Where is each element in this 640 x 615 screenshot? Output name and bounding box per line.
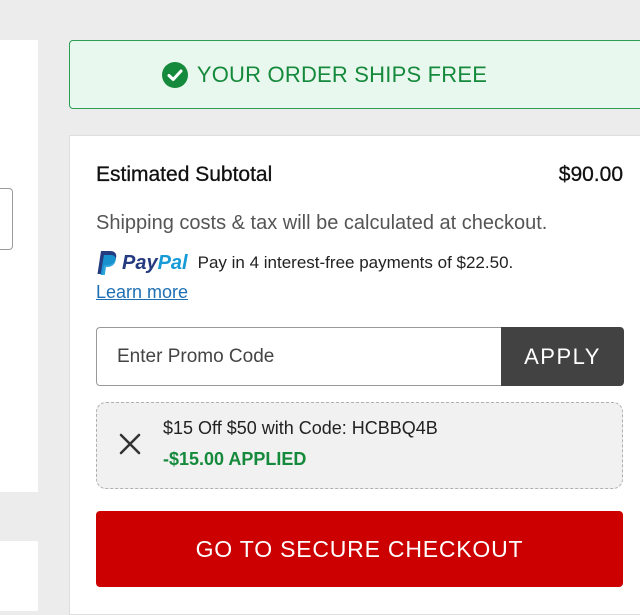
coupon-status: -$15.00 APPLIED	[163, 449, 307, 469]
apply-button[interactable]: APPLY	[501, 327, 624, 386]
paypal-row: PayPal Pay in 4 interest-free payments o…	[96, 250, 513, 276]
paypal-icon	[97, 251, 117, 275]
secure-checkout-button[interactable]: GO TO SECURE CHECKOUT	[96, 511, 623, 587]
close-icon[interactable]	[116, 430, 144, 458]
free-shipping-banner: YOUR ORDER SHIPS FREE	[69, 40, 640, 109]
left-panel	[0, 40, 38, 492]
left-panel-lower	[0, 541, 38, 611]
shipping-note: Shipping costs & tax will be calculated …	[96, 212, 548, 234]
applied-coupon	[96, 402, 623, 489]
paypal-logo-pal: Pal	[157, 251, 188, 274]
paypal-logo-pay: Pay	[122, 251, 158, 274]
left-panel-field[interactable]	[0, 188, 13, 250]
promo-code-input[interactable]	[96, 327, 501, 386]
coupon-description: $15 Off $50 with Code: HCBBQ4B	[163, 418, 438, 438]
paypal-logo: PayPal	[96, 250, 188, 276]
promo-code-form: APPLY	[96, 327, 624, 386]
paypal-message: Pay in 4 interest-free payments of $22.5…	[197, 253, 514, 272]
subtotal-value: $90.00	[558, 163, 624, 186]
check-circle-icon	[161, 61, 189, 89]
learn-more-link[interactable]: Learn more	[96, 282, 188, 303]
free-shipping-text: YOUR ORDER SHIPS FREE	[196, 61, 488, 87]
subtotal-label: Estimated Subtotal	[96, 163, 273, 186]
